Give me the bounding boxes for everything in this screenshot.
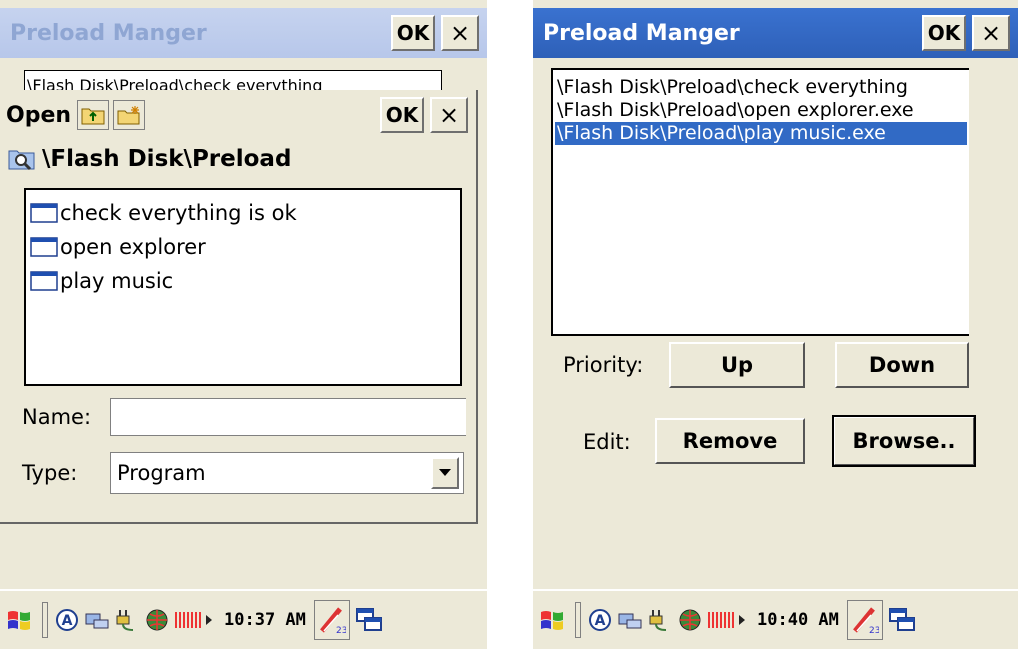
remove-button[interactable]: Remove — [655, 418, 805, 464]
priority-label: Priority: — [563, 353, 644, 377]
program-icon — [30, 271, 58, 291]
taskbar-separator — [42, 602, 48, 638]
edit-label: Edit: — [583, 430, 631, 454]
down-button[interactable]: Down — [835, 342, 969, 388]
globe-icon[interactable] — [144, 607, 170, 633]
name-row: Name: — [22, 398, 466, 436]
name-input[interactable] — [110, 398, 466, 436]
taskbar-separator — [575, 602, 581, 638]
program-icon — [30, 203, 58, 223]
open-close-button[interactable]: × — [430, 97, 468, 133]
svg-text:23: 23 — [869, 626, 879, 635]
input-method-icon[interactable]: A — [54, 607, 80, 633]
open-ok-button[interactable]: OK — [380, 97, 424, 133]
current-folder: \Flash Disk\Preload — [8, 146, 291, 172]
signal-icon[interactable] — [707, 607, 747, 633]
window-title: Preload Manger — [543, 20, 740, 46]
globe-icon[interactable] — [677, 607, 703, 633]
window-title: Preload Manger — [10, 20, 207, 46]
network-icon[interactable] — [617, 607, 643, 633]
type-select[interactable]: Program — [110, 452, 464, 494]
desktop-switch-icon[interactable] — [887, 607, 917, 633]
type-label: Type: — [22, 461, 78, 485]
desktop-switch-icon[interactable] — [354, 607, 384, 633]
svg-text:A: A — [595, 613, 606, 629]
svg-text:A: A — [62, 613, 73, 629]
browse-button[interactable]: Browse.. — [832, 415, 976, 467]
open-dialog-title: Open — [6, 102, 72, 128]
taskbar: A 10:40 AM 23 — [533, 589, 1018, 649]
signal-icon[interactable] — [174, 607, 214, 633]
left-screen: Preload Manger OK × \Flash Disk\Preload\… — [0, 0, 487, 649]
type-row: Type: Program — [22, 452, 464, 494]
file-list[interactable]: check everything is ok open explorer pla… — [24, 188, 462, 386]
up-button[interactable]: Up — [669, 342, 805, 388]
chevron-down-icon[interactable] — [431, 457, 459, 489]
list-item[interactable]: \Flash Disk\Preload\open explorer.exe — [555, 99, 969, 122]
windows-flag-icon[interactable] — [6, 607, 32, 633]
svg-text:23: 23 — [336, 626, 346, 635]
volume-icon[interactable]: 23 — [846, 600, 883, 640]
preload-manager-titlebar: Preload Manger OK × — [533, 8, 1018, 58]
type-value: Program — [117, 461, 206, 485]
open-dialog-header: Open OK × — [0, 90, 476, 140]
volume-icon[interactable]: 23 — [313, 600, 350, 640]
list-item[interactable]: open explorer — [30, 230, 456, 264]
input-method-icon[interactable]: A — [587, 607, 613, 633]
taskbar: A 10:37 AM 23 — [0, 589, 487, 649]
close-button[interactable]: × — [972, 15, 1010, 51]
list-item-selected[interactable]: \Flash Disk\Preload\play music.exe — [555, 122, 967, 145]
close-button[interactable]: × — [441, 15, 479, 51]
windows-flag-icon[interactable] — [539, 607, 565, 633]
folder-search-icon — [8, 150, 35, 171]
new-folder-icon[interactable] — [113, 100, 146, 130]
ok-button[interactable]: OK — [391, 15, 435, 51]
name-label: Name: — [22, 405, 92, 429]
preload-manager-titlebar-inactive: Preload Manger OK × — [0, 8, 487, 58]
up-folder-icon[interactable] — [77, 100, 110, 130]
clock[interactable]: 10:37 AM — [224, 610, 306, 630]
network-icon[interactable] — [84, 607, 110, 633]
program-icon — [30, 237, 58, 257]
right-screen: Preload Manger OK × \Flash Disk\Preload\… — [533, 0, 1018, 649]
power-plug-icon[interactable] — [114, 607, 140, 633]
clock[interactable]: 10:40 AM — [757, 610, 839, 630]
list-item[interactable]: check everything is ok — [30, 196, 456, 230]
list-item[interactable]: play music — [30, 264, 456, 298]
power-plug-icon[interactable] — [647, 607, 673, 633]
preload-list[interactable]: \Flash Disk\Preload\check everything \Fl… — [551, 68, 969, 336]
ok-button[interactable]: OK — [922, 15, 966, 51]
open-dialog: Open OK × \Flash Disk\Preload check ever… — [0, 90, 478, 524]
list-item[interactable]: \Flash Disk\Preload\check everything — [555, 76, 969, 99]
folder-path: \Flash Disk\Preload — [42, 146, 292, 172]
